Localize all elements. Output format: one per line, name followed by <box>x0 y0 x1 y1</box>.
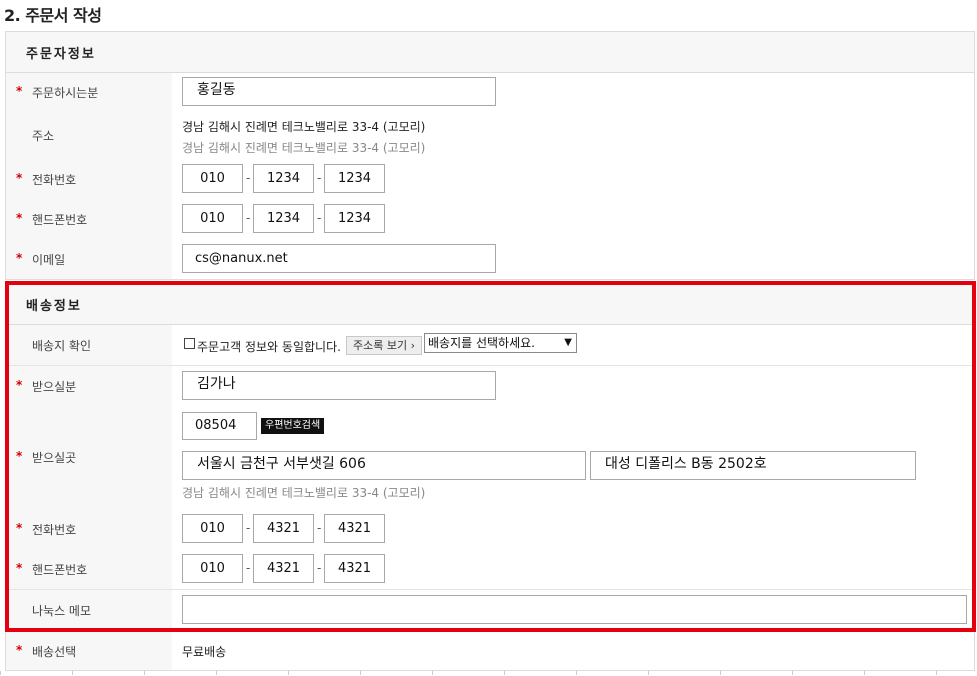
page-title: 2. 주문서 작성 <box>4 6 102 25</box>
orderer-section-title: 주문자정보 <box>26 47 96 62</box>
orderer-mobile-part3[interactable]: 1234 <box>324 204 385 233</box>
ship-phone-part1[interactable]: 010 <box>182 514 243 543</box>
orderer-address-label: 주소 <box>32 129 55 143</box>
memo-input[interactable] <box>182 595 967 624</box>
required-mark: * <box>16 171 23 185</box>
orderer-email-input[interactable]: cs@nanux.net <box>182 244 496 273</box>
ship-confirm-label: 배송지 확인 <box>32 339 92 353</box>
shipping-section-title: 배송정보 <box>26 299 82 314</box>
required-mark: * <box>16 561 23 575</box>
ship-mobile-label: 핸드폰번호 <box>32 563 88 577</box>
recipient-label: 받으실분 <box>32 380 77 394</box>
orderer-mobile-part1[interactable]: 010 <box>182 204 243 233</box>
orderer-phone-label: 전화번호 <box>32 173 77 187</box>
required-mark: * <box>16 643 23 657</box>
required-mark: * <box>16 378 23 392</box>
dash: - <box>317 171 322 185</box>
address2-input[interactable]: 대성 디폴리스 B동 2502호 <box>590 451 916 480</box>
dash: - <box>246 561 251 575</box>
row-divider <box>6 631 974 632</box>
orderer-mobile-part2[interactable]: 1234 <box>253 204 314 233</box>
recipient-input[interactable]: 김가나 <box>182 371 496 400</box>
bottom-divider <box>0 671 977 675</box>
orderer-address-line1: 경남 김해시 진례면 테크노밸리로 33-4 (고모리) <box>182 120 426 134</box>
row-divider <box>6 589 974 590</box>
shipping-address-select[interactable]: 배송지를 선택하세요. ▼ <box>424 333 577 353</box>
address1-input[interactable]: 서울시 금천구 서부샛길 606 <box>182 451 586 480</box>
address-book-button[interactable]: 주소록 보기 › <box>346 336 422 355</box>
required-mark: * <box>16 84 23 98</box>
orderer-phone-part2[interactable]: 1234 <box>253 164 314 193</box>
ship-mobile-part3[interactable]: 4321 <box>324 554 385 583</box>
dash: - <box>317 561 322 575</box>
zipcode-search-button[interactable]: 우편번호검색 <box>261 418 325 434</box>
address-hint: 경남 김해시 진례면 테크노밸리로 33-4 (고모리) <box>182 486 426 500</box>
shipping-address-select-value: 배송지를 선택하세요. <box>428 336 535 350</box>
orderer-mobile-label: 핸드폰번호 <box>32 213 88 227</box>
dash: - <box>317 521 322 535</box>
chevron-down-icon: ▼ <box>564 337 572 348</box>
memo-label: 나눅스 메모 <box>32 604 92 618</box>
dash: - <box>246 521 251 535</box>
ship-phone-part3[interactable]: 4321 <box>324 514 385 543</box>
ship-mobile-part2[interactable]: 4321 <box>253 554 314 583</box>
orderer-address-line2: 경남 김해시 진례면 테크노밸리로 33-4 (고모리) <box>182 141 426 155</box>
same-as-orderer-text: 주문고객 정보와 동일합니다. <box>197 340 341 354</box>
required-mark: * <box>16 251 23 265</box>
required-mark: * <box>16 449 23 463</box>
dash: - <box>246 171 251 185</box>
orderer-phone-part1[interactable]: 010 <box>182 164 243 193</box>
ship-mobile-part1[interactable]: 010 <box>182 554 243 583</box>
same-as-orderer-checkbox[interactable] <box>184 338 195 349</box>
zipcode-input[interactable]: 08504 <box>182 412 257 440</box>
orderer-email-label: 이메일 <box>32 253 66 267</box>
required-mark: * <box>16 211 23 225</box>
delivery-option-label: 배송선택 <box>32 645 77 659</box>
orderer-section: 주문자정보 * 주문하시는분 홍길동 주소 경남 김해시 진례면 테크노밸리로 … <box>5 31 975 280</box>
orderer-label-column <box>6 73 172 279</box>
ship-phone-part2[interactable]: 4321 <box>253 514 314 543</box>
delivery-place-label: 받으실곳 <box>32 451 77 465</box>
dash: - <box>246 211 251 225</box>
orderer-name-label: 주문하시는분 <box>32 86 99 100</box>
orderer-phone-part3[interactable]: 1234 <box>324 164 385 193</box>
dash: - <box>317 211 322 225</box>
shipping-section-header: 배송정보 <box>6 284 974 325</box>
ship-phone-label: 전화번호 <box>32 523 77 537</box>
delivery-option-value: 무료배송 <box>182 645 227 659</box>
orderer-name-input[interactable]: 홍길동 <box>182 77 496 106</box>
shipping-section: 배송정보 배송지 확인 주문고객 정보와 동일합니다. 주소록 보기 › 배송지… <box>5 283 975 671</box>
required-mark: * <box>16 521 23 535</box>
orderer-section-header: 주문자정보 <box>6 32 974 73</box>
row-divider <box>6 365 974 366</box>
